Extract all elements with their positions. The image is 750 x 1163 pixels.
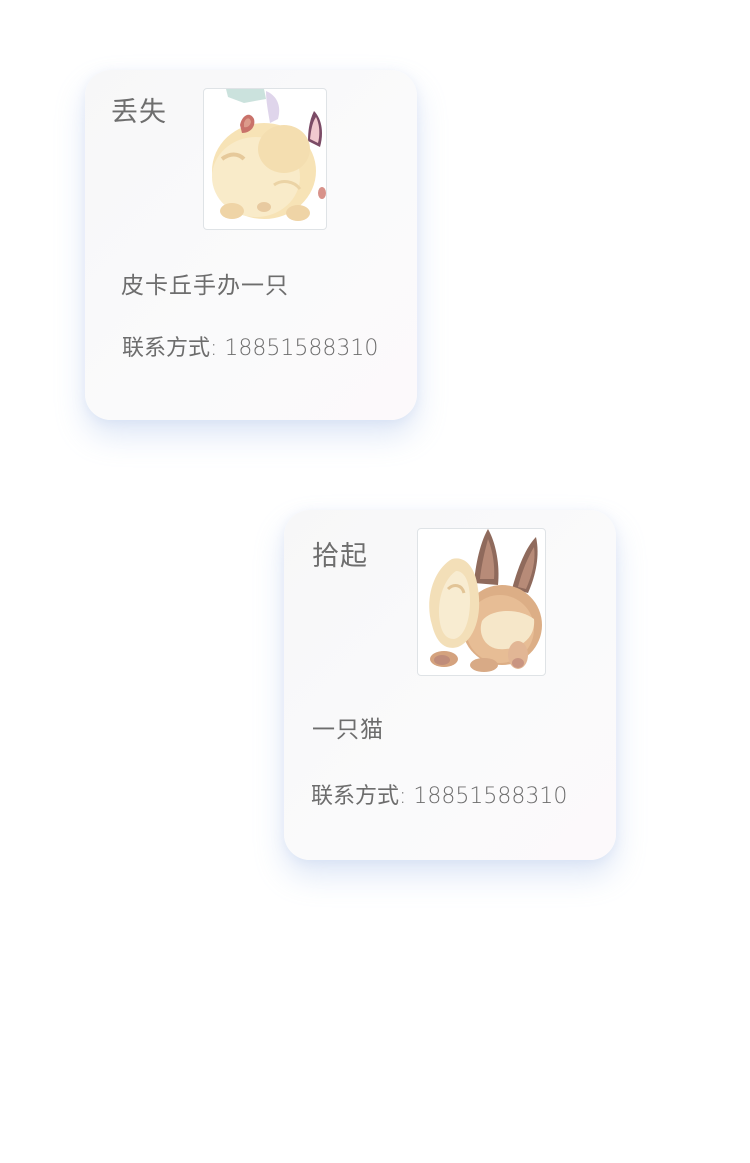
contact-info: 联系方式: 18851588310	[122, 330, 378, 362]
pikachu-figure-image[interactable]	[203, 88, 327, 230]
found-item-card[interactable]: 拾起 一只猫 联系方式: 18851588310	[284, 510, 616, 860]
lost-item-card[interactable]: 丢失 皮卡丘手办一只 联系方式: 18851588310	[85, 70, 417, 420]
item-description: 一只猫	[312, 717, 384, 743]
eevee-cat-image[interactable]	[417, 528, 546, 676]
contact-label: 联系方式:	[311, 784, 407, 809]
item-description: 皮卡丘手办一只	[121, 273, 289, 299]
contact-info: 联系方式: 18851588310	[311, 778, 567, 810]
contact-label: 联系方式:	[122, 336, 218, 361]
post-type-label: 拾起	[312, 541, 368, 572]
contact-phone[interactable]: 18851588310	[413, 784, 567, 809]
post-type-label: 丢失	[111, 97, 167, 128]
contact-phone[interactable]: 18851588310	[224, 336, 378, 361]
